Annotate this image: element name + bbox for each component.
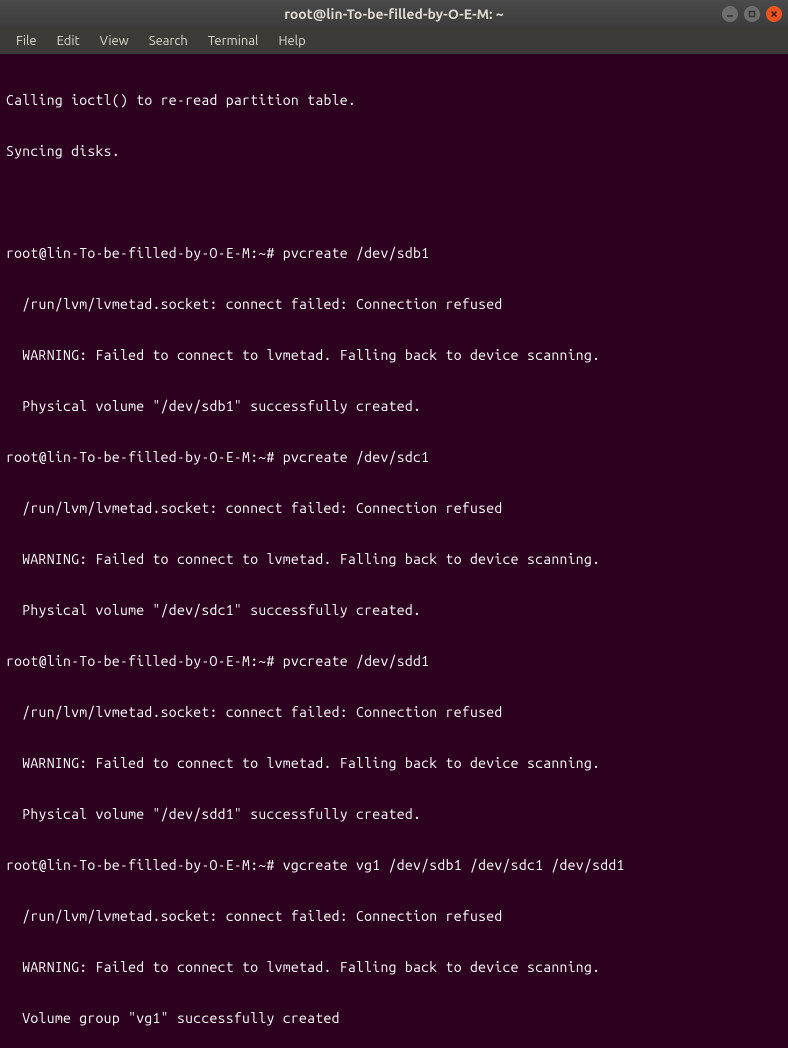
terminal-line: Volume group "vg1" successfully created [6,1010,782,1027]
terminal-line: /run/lvm/lvmetad.socket: connect failed:… [6,500,782,517]
prompt: root@lin-To-be-filled-by-O-E-M:~# [6,857,275,873]
command: pvcreate /dev/sdc1 [275,449,430,465]
terminal-line: Physical volume "/dev/sdb1" successfully… [6,398,782,415]
prompt: root@lin-To-be-filled-by-O-E-M:~# [6,653,275,669]
terminal-line: Syncing disks. [6,143,782,160]
terminal-line: root@lin-To-be-filled-by-O-E-M:~# pvcrea… [6,653,782,670]
terminal-line: root@lin-To-be-filled-by-O-E-M:~# vgcrea… [6,857,782,874]
minimize-button[interactable] [722,6,738,22]
terminal-line: root@lin-To-be-filled-by-O-E-M:~# pvcrea… [6,245,782,262]
command: pvcreate /dev/sdb1 [275,245,430,261]
terminal-line: Physical volume "/dev/sdd1" successfully… [6,806,782,823]
menu-view[interactable]: View [92,32,137,50]
terminal-line: /run/lvm/lvmetad.socket: connect failed:… [6,296,782,313]
menu-search[interactable]: Search [141,32,196,50]
terminal-line: WARNING: Failed to connect to lvmetad. F… [6,347,782,364]
menu-help[interactable]: Help [270,32,313,50]
command: vgcreate vg1 /dev/sdb1 /dev/sdc1 /dev/sd… [275,857,625,873]
terminal-line [6,194,782,211]
menu-file[interactable]: File [8,32,45,50]
prompt: root@lin-To-be-filled-by-O-E-M:~# [6,449,275,465]
menubar: File Edit View Search Terminal Help [0,28,788,54]
window-controls [722,6,782,22]
maximize-button[interactable] [744,6,760,22]
terminal-area[interactable]: Calling ioctl() to re-read partition tab… [0,54,788,1048]
terminal-line: root@lin-To-be-filled-by-O-E-M:~# pvcrea… [6,449,782,466]
terminal-line: Physical volume "/dev/sdc1" successfully… [6,602,782,619]
terminal-line: WARNING: Failed to connect to lvmetad. F… [6,551,782,568]
command: pvcreate /dev/sdd1 [275,653,430,669]
prompt: root@lin-To-be-filled-by-O-E-M:~# [6,245,275,261]
window-titlebar: root@lin-To-be-filled-by-O-E-M: ~ [0,0,788,28]
window-title: root@lin-To-be-filled-by-O-E-M: ~ [284,6,504,22]
menu-terminal[interactable]: Terminal [200,32,267,50]
terminal-line: Calling ioctl() to re-read partition tab… [6,92,782,109]
terminal-line: /run/lvm/lvmetad.socket: connect failed:… [6,704,782,721]
terminal-line: WARNING: Failed to connect to lvmetad. F… [6,959,782,976]
close-button[interactable] [766,6,782,22]
terminal-line: /run/lvm/lvmetad.socket: connect failed:… [6,908,782,925]
terminal-line: WARNING: Failed to connect to lvmetad. F… [6,755,782,772]
menu-edit[interactable]: Edit [49,32,88,50]
